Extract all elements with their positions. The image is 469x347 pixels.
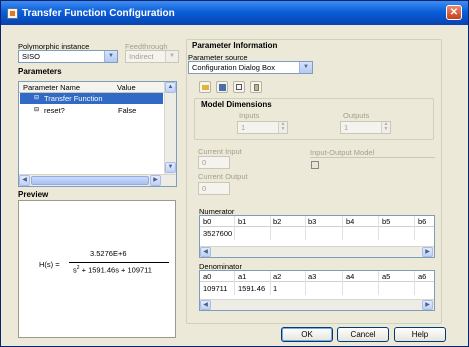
horizontal-scrollbar[interactable]: ◀ ▶ bbox=[19, 174, 176, 186]
preview-header: Preview bbox=[18, 190, 49, 199]
row-value: False bbox=[118, 106, 137, 115]
io-model-label: Input-Output Model bbox=[310, 148, 375, 157]
formula-denominator: s2 + 1591.46s + 109711 bbox=[73, 265, 152, 275]
parameters-tree[interactable]: Parameter Name Value ⊟ Transfer Function… bbox=[18, 81, 177, 187]
numerator-header-row bbox=[200, 216, 434, 227]
numerator-col-header: b3 bbox=[308, 217, 317, 226]
parameter-information-header: Parameter Information bbox=[192, 41, 278, 50]
polymorphic-select[interactable]: SISO ▼ bbox=[18, 50, 118, 63]
open-folder-icon[interactable] bbox=[199, 81, 211, 93]
numerator-col-header: b4 bbox=[346, 217, 355, 226]
parameters-header: Parameters bbox=[18, 67, 62, 76]
copy-icon[interactable] bbox=[233, 81, 245, 93]
numerator-col-header: b0 bbox=[203, 217, 212, 226]
numerator-table[interactable]: b0 b1 b2 b3 b4 b5 b6 3527600 ◀ ▶ bbox=[199, 215, 435, 258]
numerator-col-header: b5 bbox=[382, 217, 391, 226]
scroll-up-icon[interactable]: ▲ bbox=[165, 82, 176, 93]
outputs-label: Outputs bbox=[343, 111, 370, 120]
tree-row-reset[interactable]: ⊟ reset? False bbox=[20, 105, 163, 116]
outputs-value: 1 bbox=[344, 123, 349, 132]
help-button[interactable]: Help bbox=[394, 327, 446, 342]
formula-lhs: H(s) = bbox=[39, 260, 60, 269]
current-input-label: Current Input bbox=[198, 147, 242, 156]
window-title: Transfer Function Configuration bbox=[22, 7, 175, 19]
denominator-col-header: a5 bbox=[382, 272, 391, 281]
current-output-label: Current Output bbox=[198, 172, 248, 181]
col-parameter-name: Parameter Name bbox=[23, 83, 81, 92]
denominator-col-header: a6 bbox=[418, 272, 427, 281]
denominator-col-header: a4 bbox=[346, 272, 355, 281]
close-button[interactable]: ✕ bbox=[446, 5, 462, 20]
paste-icon[interactable] bbox=[250, 81, 262, 93]
denominator-cell[interactable]: 1 bbox=[273, 284, 277, 293]
numerator-col-header: b6 bbox=[418, 217, 427, 226]
io-model-cell-icon[interactable] bbox=[311, 161, 319, 169]
inputs-label: Inputs bbox=[239, 111, 260, 120]
feedthrough-select[interactable]: Indirect ▼ bbox=[125, 50, 179, 63]
current-output-value: 0 bbox=[202, 184, 207, 193]
scroll-left-icon[interactable]: ◀ bbox=[19, 175, 30, 186]
outputs-stepper[interactable]: 1 ▲ ▼ bbox=[340, 121, 391, 134]
scroll-left-icon[interactable]: ◀ bbox=[200, 300, 211, 310]
denominator-col-header: a1 bbox=[238, 272, 247, 281]
row-name: Transfer Function bbox=[44, 94, 103, 103]
vertical-scrollbar[interactable]: ▲ ▼ bbox=[164, 82, 176, 174]
current-input-value: 0 bbox=[202, 158, 207, 167]
scroll-right-icon[interactable]: ▶ bbox=[422, 300, 433, 310]
parameter-source-value: Configuration Dialog Box bbox=[192, 63, 275, 72]
polymorphic-value: SISO bbox=[22, 52, 40, 61]
inputs-value: 1 bbox=[241, 123, 246, 132]
ok-button[interactable]: OK bbox=[281, 327, 333, 342]
scroll-thumb[interactable] bbox=[31, 176, 149, 185]
collapse-icon[interactable]: ⊟ bbox=[34, 106, 39, 113]
preview-pane: H(s) = 3.5276E+6 s2 + 1591.46s + 109711 bbox=[18, 200, 176, 338]
spin-arrows-icon[interactable]: ▲ ▼ bbox=[278, 122, 287, 133]
current-output-stepper[interactable]: 0 bbox=[198, 182, 230, 195]
denominator-table[interactable]: a0 a1 a2 a3 a4 a5 a6 109711 1591.46 1 ◀ … bbox=[199, 270, 435, 311]
dialog-window: Transfer Function Configuration ✕ Polymo… bbox=[0, 0, 469, 347]
title-bar: Transfer Function Configuration ✕ bbox=[1, 1, 468, 25]
denominator-header-row bbox=[200, 271, 434, 282]
denominator-scrollbar[interactable]: ◀ ▶ bbox=[200, 299, 434, 310]
spin-arrows-icon[interactable]: ▲ ▼ bbox=[381, 122, 390, 133]
scroll-down-icon[interactable]: ▼ bbox=[165, 162, 176, 173]
collapse-icon[interactable]: ⊟ bbox=[34, 94, 39, 101]
scroll-right-icon[interactable]: ▶ bbox=[422, 247, 433, 257]
scroll-left-icon[interactable]: ◀ bbox=[200, 247, 211, 257]
tree-row-transfer-function[interactable]: ⊟ Transfer Function bbox=[20, 93, 163, 104]
save-icon[interactable] bbox=[216, 81, 228, 93]
numerator-col-header: b1 bbox=[238, 217, 247, 226]
io-model-area bbox=[310, 157, 435, 197]
cancel-button[interactable]: Cancel bbox=[337, 327, 389, 342]
chevron-down-icon[interactable]: ▼ bbox=[104, 51, 117, 62]
app-icon bbox=[7, 7, 18, 19]
formula-numerator: 3.5276E+6 bbox=[90, 249, 127, 258]
feedthrough-value: Indirect bbox=[129, 52, 154, 61]
model-dimensions-header: Model Dimensions bbox=[201, 100, 272, 109]
chevron-down-icon[interactable]: ▼ bbox=[165, 51, 178, 62]
denominator-cell[interactable]: 1591.46 bbox=[238, 284, 265, 293]
row-name: reset? bbox=[44, 106, 65, 115]
numerator-col-header: b2 bbox=[273, 217, 282, 226]
numerator-scrollbar[interactable]: ◀ ▶ bbox=[200, 246, 434, 257]
fraction-bar bbox=[69, 262, 169, 263]
parameter-source-select[interactable]: Configuration Dialog Box ▼ bbox=[188, 61, 313, 74]
tree-header: Parameter Name Value bbox=[19, 82, 164, 93]
scroll-right-icon[interactable]: ▶ bbox=[150, 175, 161, 186]
inputs-stepper[interactable]: 1 ▲ ▼ bbox=[237, 121, 288, 134]
chevron-down-icon[interactable]: ▼ bbox=[299, 62, 312, 73]
denominator-col-header: a2 bbox=[273, 272, 282, 281]
denominator-col-header: a0 bbox=[203, 272, 212, 281]
denominator-col-header: a3 bbox=[308, 272, 317, 281]
denominator-cell[interactable]: 109711 bbox=[203, 284, 227, 293]
numerator-cell[interactable]: 3527600 bbox=[203, 229, 232, 238]
current-input-stepper[interactable]: 0 bbox=[198, 156, 230, 169]
col-value: Value bbox=[117, 83, 136, 92]
